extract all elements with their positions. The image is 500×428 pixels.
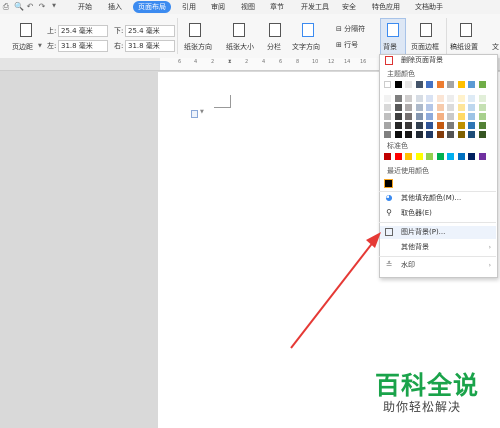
arrow-shaft [290, 240, 375, 349]
arrow-head [366, 232, 381, 248]
annotation-arrow [290, 232, 381, 349]
brand-watermark-subtitle: 助你轻松解决 [383, 400, 462, 414]
brand-watermark-title: 百科全说 [375, 371, 480, 400]
